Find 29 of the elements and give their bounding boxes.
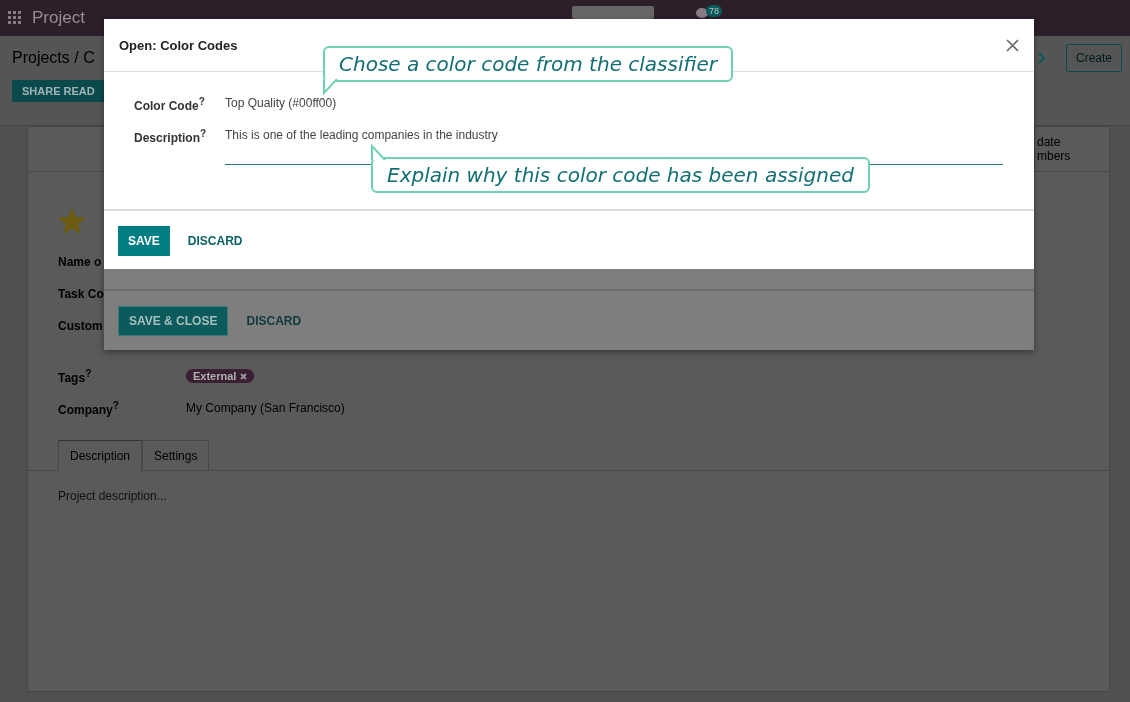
close-icon[interactable]: [1006, 38, 1019, 52]
field-label: Color Code$^{?}$: [134, 96, 206, 113]
tab[interactable]: Settings: [142, 440, 210, 471]
breadcrumb[interactable]: Projects / C: [12, 49, 95, 67]
app-name[interactable]: Project: [32, 8, 85, 28]
create-button[interactable]: Create: [1065, 44, 1122, 72]
field-label: Company$^{?}$: [58, 399, 120, 417]
field-value[interactable]: This is one of the leading companies in the industry: [225, 128, 498, 142]
tab[interactable]: Description: [58, 440, 143, 471]
remove-icon[interactable]: [240, 372, 248, 380]
apps-grid-icon[interactable]: [8, 11, 22, 25]
field-label: Name o: [58, 255, 102, 269]
description-field[interactable]: Project description...: [58, 489, 167, 503]
message-count-badge: 78: [706, 4, 722, 17]
share-button[interactable]: SHARE READ: [12, 80, 105, 102]
messages-icon[interactable]: [696, 6, 708, 19]
tag-badge: External: [186, 369, 255, 383]
save-button[interactable]: SAVE: [118, 226, 170, 256]
discard-button[interactable]: DISCARD: [181, 233, 249, 249]
field-value[interactable]: Top Quality (#00ff00): [225, 96, 337, 110]
field-label: Task Co: [58, 287, 104, 301]
save-close-button[interactable]: SAVE & CLOSE: [118, 306, 229, 336]
field-label: Description$^{?}$: [134, 128, 208, 145]
dialog-title: Open: Color Codes: [119, 37, 238, 53]
field-label: Custom: [58, 319, 103, 333]
field-value: My Company (San Francisco): [186, 401, 345, 415]
star-icon[interactable]: [58, 208, 86, 234]
field-label: Tags$^{?}$: [58, 367, 93, 385]
discard-button[interactable]: DISCARD: [240, 313, 308, 329]
